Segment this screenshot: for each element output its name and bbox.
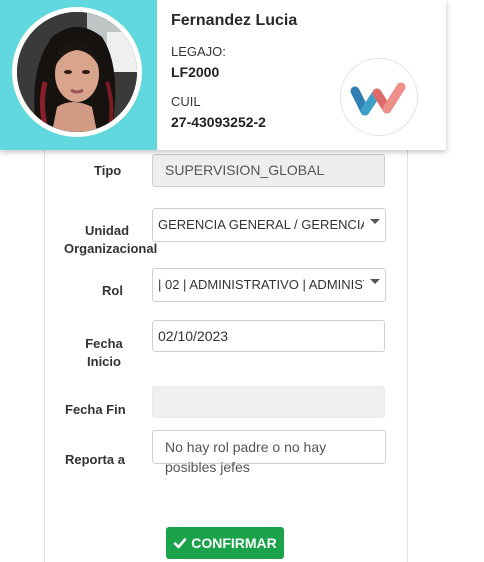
reporta-a-field[interactable]: No hay rol padre o no hay posibles jefes xyxy=(152,430,386,475)
unidad-label-line1: Unidad xyxy=(84,223,130,238)
confirm-button[interactable]: CONFIRMAR xyxy=(166,527,284,559)
cuil-value: 27-43093252-2 xyxy=(171,114,266,130)
fecha-inicio-label-line1: Fecha xyxy=(85,336,123,351)
company-logo-icon xyxy=(340,58,418,136)
fecha-inicio-label: Fecha Inicio xyxy=(84,335,124,371)
legajo-value: LF2000 xyxy=(171,64,220,80)
unidad-selected-value: GERENCIA GENERAL / GERENCIA ADMINISTRATI… xyxy=(158,217,364,232)
tipo-label: Tipo xyxy=(94,163,122,178)
unidad-label: Unidad Organizacional xyxy=(64,222,158,258)
legajo-label: LEGAJO: xyxy=(171,44,226,59)
confirm-button-label: CONFIRMAR xyxy=(191,535,277,551)
caret-down-icon[interactable] xyxy=(365,209,385,241)
rol-label: Rol xyxy=(102,283,123,298)
tipo-field: SUPERVISION_GLOBAL xyxy=(152,154,385,187)
reporta-a-label: Reporta a xyxy=(65,452,125,467)
rol-select[interactable]: | 02 | ADMINISTRATIVO | ADMINISTRATIVO xyxy=(152,268,386,302)
profile-card: Fernandez Lucia LEGAJO: LF2000 CUIL 27-4… xyxy=(0,0,446,150)
employee-name: Fernandez Lucia xyxy=(171,12,298,29)
page: Fernandez Lucia LEGAJO: LF2000 CUIL 27-4… xyxy=(0,0,484,562)
fecha-inicio-input[interactable]: 02/10/2023 xyxy=(152,320,385,352)
fecha-fin-input xyxy=(152,386,385,418)
caret-down-icon[interactable] xyxy=(365,269,385,301)
rol-selected-value: | 02 | ADMINISTRATIVO | ADMINISTRATIVO xyxy=(158,277,364,292)
check-icon xyxy=(173,536,187,550)
cuil-label: CUIL xyxy=(171,94,201,109)
unidad-organizacional-select[interactable]: GERENCIA GENERAL / GERENCIA ADMINISTRATI… xyxy=(152,208,386,242)
fecha-inicio-label-line2: Inicio xyxy=(87,354,121,369)
unidad-label-line2: Organizacional xyxy=(64,241,158,256)
avatar xyxy=(12,7,142,137)
fecha-fin-label: Fecha Fin xyxy=(65,402,126,417)
